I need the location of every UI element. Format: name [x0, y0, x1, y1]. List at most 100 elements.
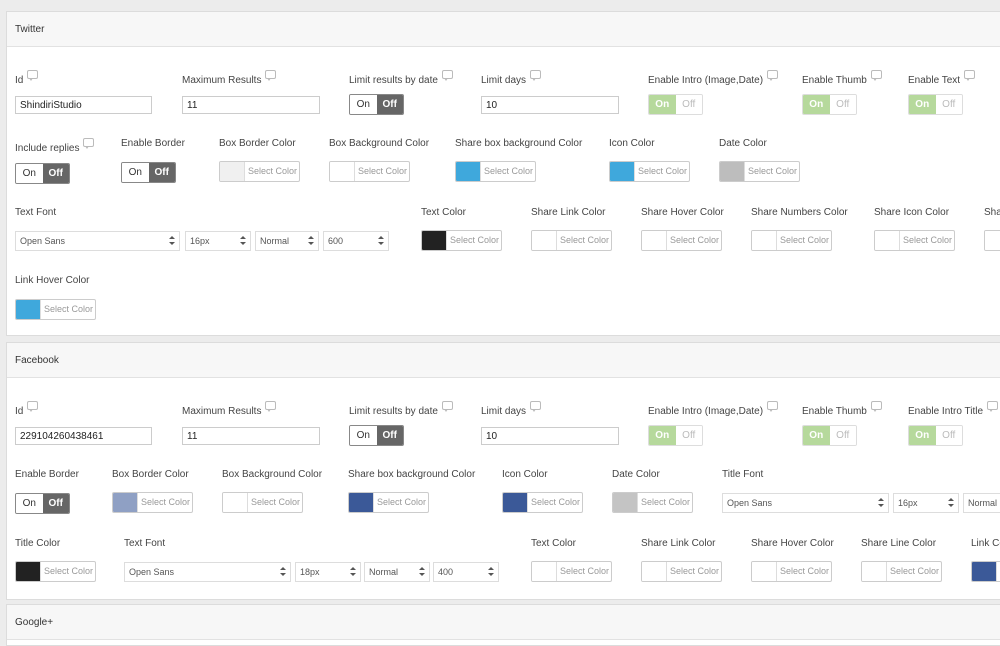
fb-share-hover-color-picker[interactable]: Select Color	[751, 561, 832, 582]
color-swatch	[349, 493, 374, 512]
text-font-label: Text Font	[15, 207, 57, 218]
select-arrows-icon	[415, 563, 429, 581]
select-arrows-icon	[374, 232, 388, 250]
share-icon-color-label: Share Icon Color	[874, 207, 950, 218]
help-icon[interactable]	[265, 70, 277, 81]
box-bg-color-picker[interactable]: Select Color	[329, 161, 410, 182]
fb-font-family-select[interactable]: Open Sans	[124, 562, 291, 582]
fb-title-font-family-select[interactable]: Open Sans	[722, 493, 889, 513]
fb-max-results-input[interactable]: 11	[182, 427, 320, 445]
fb-enable-intro-toggle[interactable]: On Off	[648, 425, 703, 446]
select-arrows-icon	[276, 563, 290, 581]
color-swatch	[532, 562, 557, 581]
share-cut-color-picker[interactable]	[984, 230, 1000, 251]
color-swatch	[330, 162, 355, 181]
color-swatch	[532, 231, 557, 250]
help-icon[interactable]	[870, 401, 882, 412]
include-replies-toggle[interactable]: On Off	[15, 163, 70, 184]
select-arrows-icon	[484, 563, 498, 581]
help-icon[interactable]	[530, 401, 542, 412]
fb-enable-border-label: Enable Border	[15, 469, 79, 480]
fb-enable-thumb-toggle[interactable]: On Off	[802, 425, 857, 446]
fb-box-border-color-picker[interactable]: Select Color	[112, 492, 193, 513]
share-hover-color-picker[interactable]: Select Color	[641, 230, 722, 251]
fb-enable-intro-label: Enable Intro (Image,Date)	[648, 401, 779, 417]
limit-date-toggle[interactable]: On Off	[349, 94, 404, 115]
date-color-picker[interactable]: Select Color	[719, 161, 800, 182]
enable-thumb-toggle[interactable]: On Off	[802, 94, 857, 115]
help-icon[interactable]	[767, 401, 779, 412]
fb-title-font-size-select[interactable]: 16px	[893, 493, 959, 513]
text-color-picker[interactable]: Select Color	[421, 230, 502, 251]
font-family-select[interactable]: Open Sans	[15, 231, 180, 251]
select-arrows-icon	[165, 232, 179, 250]
fb-title-font-label: Title Font	[722, 469, 764, 480]
fb-box-bg-color-picker[interactable]: Select Color	[222, 492, 303, 513]
help-icon[interactable]	[767, 70, 779, 81]
fb-id-label: Id	[15, 401, 39, 417]
limit-days-label: Limit days	[481, 70, 542, 86]
fb-share-box-bg-label: Share box background Color	[348, 469, 476, 480]
share-numbers-color-picker[interactable]: Select Color	[751, 230, 832, 251]
fb-enable-thumb-label: Enable Thumb	[802, 401, 882, 417]
link-hover-color-picker[interactable]: Select Color	[15, 299, 96, 320]
help-icon[interactable]	[441, 401, 453, 412]
limit-date-label: Limit results by date	[349, 70, 453, 86]
box-border-color-picker[interactable]: Select Color	[219, 161, 300, 182]
font-size-select[interactable]: 16px	[185, 231, 251, 251]
help-icon[interactable]	[83, 138, 95, 149]
help-icon[interactable]	[530, 70, 542, 81]
fb-font-style-select[interactable]: Normal	[364, 562, 430, 582]
fb-id-input[interactable]: 229104260438461	[15, 427, 152, 445]
color-swatch	[720, 162, 745, 181]
help-icon[interactable]	[870, 70, 882, 81]
share-link-color-label: Share Link Color	[531, 207, 606, 218]
share-icon-color-picker[interactable]: Select Color	[874, 230, 955, 251]
include-replies-label: Include replies	[15, 138, 95, 154]
id-input[interactable]: ShindiriStudio	[15, 96, 152, 114]
fb-font-weight-select[interactable]: 400	[433, 562, 499, 582]
help-icon[interactable]	[27, 70, 39, 81]
facebook-panel-header[interactable]: Facebook	[7, 343, 1000, 378]
fb-font-size-select[interactable]: 18px	[295, 562, 361, 582]
fb-enable-intro-title-toggle[interactable]: On Off	[908, 425, 963, 446]
share-link-color-picker[interactable]: Select Color	[531, 230, 612, 251]
enable-intro-toggle[interactable]: On Off	[648, 94, 703, 115]
fb-enable-border-toggle[interactable]: On Off	[15, 493, 70, 514]
fb-link-cut-color-picker[interactable]	[971, 561, 1000, 582]
enable-text-toggle[interactable]: On Off	[908, 94, 963, 115]
font-weight-select[interactable]: 600	[323, 231, 389, 251]
enable-text-label: Enable Text	[908, 70, 976, 86]
fb-text-color-picker[interactable]: Select Color	[531, 561, 612, 582]
help-icon[interactable]	[27, 401, 39, 412]
fb-icon-color-picker[interactable]: Select Color	[502, 492, 583, 513]
help-icon[interactable]	[987, 401, 999, 412]
share-box-bg-picker[interactable]: Select Color	[455, 161, 536, 182]
fb-date-color-label: Date Color	[612, 469, 660, 480]
fb-share-box-bg-picker[interactable]: Select Color	[348, 492, 429, 513]
share-hover-color-label: Share Hover Color	[641, 207, 724, 218]
help-icon[interactable]	[964, 70, 976, 81]
font-style-select[interactable]: Normal	[255, 231, 319, 251]
fb-icon-color-label: Icon Color	[502, 469, 548, 480]
limit-days-input[interactable]: 10	[481, 96, 619, 114]
enable-border-toggle[interactable]: On Off	[121, 162, 176, 183]
color-swatch	[223, 493, 248, 512]
fb-share-line-color-label: Share Line Color	[861, 538, 937, 549]
max-results-input[interactable]: 11	[182, 96, 320, 114]
fb-title-color-picker[interactable]: Select Color	[15, 561, 96, 582]
fb-share-link-color-picker[interactable]: Select Color	[641, 561, 722, 582]
fb-text-font-label: Text Font	[124, 538, 166, 549]
select-arrows-icon	[874, 494, 888, 512]
max-results-label: Maximum Results	[182, 70, 277, 86]
fb-share-line-color-picker[interactable]: Select Color	[861, 561, 942, 582]
help-icon[interactable]	[441, 70, 453, 81]
fb-limit-days-input[interactable]: 10	[481, 427, 619, 445]
help-icon[interactable]	[265, 401, 277, 412]
fb-date-color-picker[interactable]: Select Color	[612, 492, 693, 513]
fb-limit-date-toggle[interactable]: On Off	[349, 425, 404, 446]
fb-title-font-style-select[interactable]: Normal	[963, 493, 1000, 513]
icon-color-picker[interactable]: Select Color	[609, 161, 690, 182]
twitter-panel-header[interactable]: Twitter	[7, 12, 1000, 47]
google-panel-header[interactable]: Google+	[7, 605, 1000, 640]
